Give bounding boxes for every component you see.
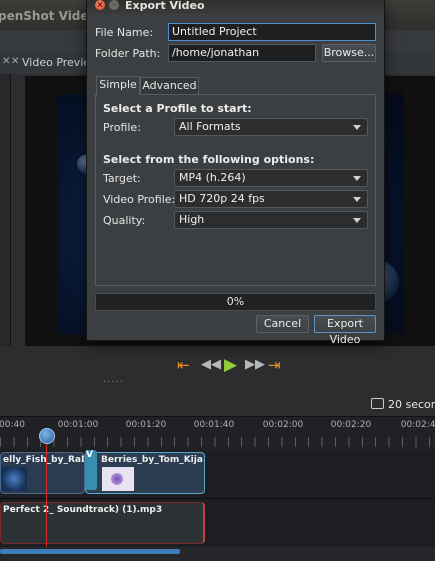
clip-title: Berries_by_Tom_Kijas.j... bbox=[101, 455, 203, 465]
audio-clip[interactable]: Perfect 2_ Soundtrack) (1).mp3 bbox=[0, 502, 205, 544]
profile-section-heading: Select a Profile to start: bbox=[103, 102, 252, 115]
dialog-title-bar: × – Export Video bbox=[87, 0, 384, 14]
clip-thumbnail bbox=[102, 467, 134, 491]
clip-title: Perfect 2_ Soundtrack) (1).mp3 bbox=[3, 505, 163, 515]
target-value: MP4 (h.264) bbox=[179, 171, 246, 184]
progress-text: 0% bbox=[226, 295, 245, 308]
simple-tab-pane: Select a Profile to start: Profile: All … bbox=[95, 94, 376, 286]
play-icon[interactable]: ▶ bbox=[224, 355, 237, 375]
export-video-button[interactable]: Export Video bbox=[314, 315, 376, 346]
video-clip[interactable]: Berries_by_Tom_Kijas.j... bbox=[85, 452, 205, 494]
timeline-zoom-bar: 20 seconds bbox=[0, 392, 435, 416]
ruler-tick-label: 00:01:20 bbox=[125, 420, 167, 430]
profile-value: All Formats bbox=[179, 120, 241, 133]
video-profile-value: HD 720p 24 fps bbox=[179, 192, 265, 205]
video-clip[interactable]: elly_Fish_by_RaDu_G bbox=[0, 452, 85, 494]
transport-controls: ⇤ ◀◀ ▶ ▶▶ ⇥ bbox=[0, 346, 435, 392]
ruler-tick-label: 00:02:20 bbox=[330, 420, 372, 430]
export-video-dialog: × – Export Video File Name: Untitled Pro… bbox=[87, 0, 384, 346]
scrollbar-thumb[interactable] bbox=[0, 549, 180, 554]
close-panel-icon[interactable]: ✕ bbox=[2, 56, 10, 67]
jump-end-icon[interactable]: ⇥ bbox=[268, 355, 281, 375]
target-select[interactable]: MP4 (h.264) bbox=[174, 169, 368, 187]
splitter-handle[interactable]: ..... bbox=[103, 374, 124, 385]
video-profile-label: Video Profile: bbox=[103, 193, 176, 206]
quality-select[interactable]: High bbox=[174, 211, 368, 229]
folder-path-input[interactable]: /home/jonathan bbox=[168, 44, 316, 62]
clip-title: elly_Fish_by_RaDu_G bbox=[3, 455, 84, 465]
ruler-tick-label: 00:01:00 bbox=[57, 420, 99, 430]
quality-value: High bbox=[179, 213, 205, 226]
ruler-tick-label: 00:01:40 bbox=[193, 420, 235, 430]
float-panel-icon[interactable]: ✕ bbox=[11, 56, 19, 67]
dialog-title: Export Video bbox=[125, 0, 205, 12]
target-label: Target: bbox=[103, 172, 141, 185]
clip-thumbnail bbox=[1, 467, 27, 491]
zoom-icon[interactable] bbox=[371, 398, 384, 409]
playhead-handle[interactable] bbox=[39, 428, 55, 444]
minimize-icon[interactable]: – bbox=[109, 0, 119, 10]
tab-advanced[interactable]: Advanced bbox=[140, 77, 199, 95]
zoom-label: 20 seconds bbox=[388, 398, 435, 411]
chevron-down-icon bbox=[353, 125, 361, 130]
ruler-tick-label: 00:40 bbox=[0, 420, 25, 430]
options-section-heading: Select from the following options: bbox=[103, 153, 315, 166]
video-track: elly_Fish_by_RaDu_G Berries_by_Tom_Kijas… bbox=[0, 450, 435, 499]
rewind-icon[interactable]: ◀◀ bbox=[201, 355, 221, 375]
transition-icon[interactable]: V bbox=[85, 450, 97, 490]
folder-path-label: Folder Path: bbox=[95, 47, 161, 60]
video-profile-select[interactable]: HD 720p 24 fps bbox=[174, 190, 368, 208]
ruler-tick-label: 00:02:40 bbox=[400, 420, 435, 430]
fast-forward-icon[interactable]: ▶▶ bbox=[245, 355, 265, 375]
export-progress-bar: 0% bbox=[95, 293, 376, 311]
tab-simple[interactable]: Simple bbox=[96, 76, 140, 95]
browse-button[interactable]: Browse... bbox=[322, 44, 376, 62]
timeline-scrollbar[interactable] bbox=[0, 547, 435, 561]
profile-label: Profile: bbox=[103, 121, 141, 134]
file-name-label: File Name: bbox=[95, 26, 154, 39]
chevron-down-icon bbox=[353, 197, 361, 202]
chevron-down-icon bbox=[353, 176, 361, 181]
ruler-tick-label: 00:02:00 bbox=[262, 420, 304, 430]
cancel-button[interactable]: Cancel bbox=[256, 315, 309, 333]
jump-start-icon[interactable]: ⇤ bbox=[177, 355, 190, 375]
ruler-ticks bbox=[0, 437, 435, 447]
chevron-down-icon bbox=[353, 218, 361, 223]
close-icon[interactable]: × bbox=[95, 0, 105, 10]
quality-label: Quality: bbox=[103, 214, 146, 227]
timeline-ruler[interactable]: 00:40 00:01:00 00:01:20 00:01:40 00:02:0… bbox=[0, 416, 435, 451]
profile-select[interactable]: All Formats bbox=[174, 118, 368, 136]
playhead-line bbox=[46, 432, 47, 547]
audio-track: Perfect 2_ Soundtrack) (1).mp3 bbox=[0, 499, 435, 547]
file-name-input[interactable]: Untitled Project bbox=[168, 23, 376, 41]
left-panel-edge bbox=[0, 74, 11, 354]
